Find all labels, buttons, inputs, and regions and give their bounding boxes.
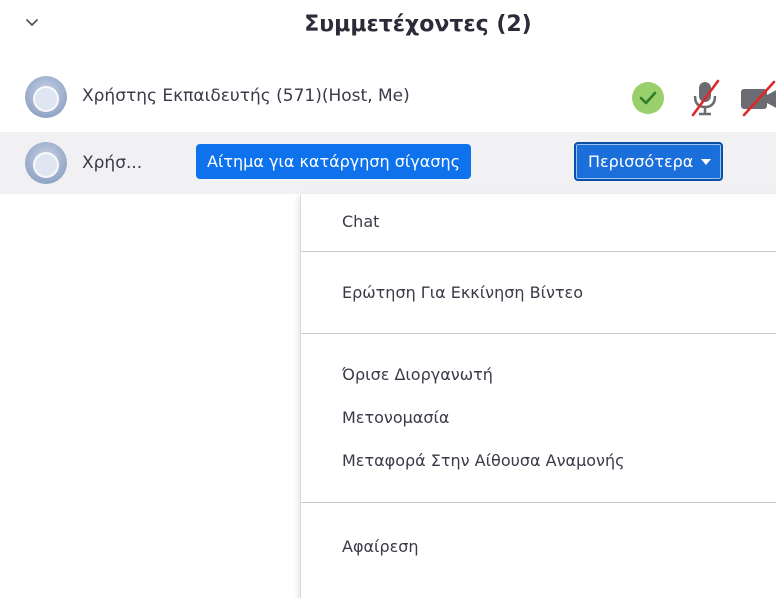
menu-item-chat[interactable]: Chat — [301, 212, 776, 231]
menu-item-remove[interactable]: Αφαίρεση — [301, 537, 776, 556]
menu-item-move-to-waiting-room[interactable]: Μεταφορά Στην Αίθουσα Αναμονής — [301, 450, 776, 472]
menu-item-ask-start-video[interactable]: Ερώτηση Για Εκκίνηση Βίντεο — [301, 283, 776, 302]
more-button-label: Περισσότερα — [588, 152, 694, 171]
menu-item-rename[interactable]: Μετονομασία — [301, 407, 776, 429]
menu-group-chat: Chat — [301, 195, 776, 251]
mic-muted-icon[interactable] — [688, 79, 722, 117]
more-button[interactable]: Περισσότερα — [574, 142, 724, 181]
participants-panel: Συμμετέχοντες (2) Χρήστης Εκπαιδευτής (5… — [0, 0, 776, 598]
menu-group-manage: Όρισε Διοργανωτή Μετονομασία Μεταφορά Στ… — [301, 334, 776, 502]
ask-to-unmute-button[interactable]: Αίτημα για κατάργηση σίγασης — [196, 144, 471, 179]
participant-status-icons — [630, 78, 776, 118]
video-off-icon[interactable] — [738, 79, 776, 117]
caret-down-icon — [701, 158, 712, 165]
menu-item-make-host[interactable]: Όρισε Διοργανωτή — [301, 364, 776, 386]
more-dropdown-menu: Chat Ερώτηση Για Εκκίνηση Βίντεο Όρισε Δ… — [300, 195, 776, 598]
panel-title: Συμμετέχοντες (2) — [304, 12, 532, 37]
menu-group-remove: Αφαίρεση — [301, 503, 776, 556]
check-icon — [632, 82, 664, 114]
participant-name: Χρήστης Εκπαιδευτής (571)(Host, Me) — [82, 86, 410, 106]
participant-name: Χρήσ... — [82, 153, 143, 173]
avatar-icon — [25, 76, 67, 118]
participant-row-attendee[interactable]: Χρήσ... Αίτημα για κατάργηση σίγασης Περ… — [0, 132, 776, 194]
menu-group-video: Ερώτηση Για Εκκίνηση Βίντεο — [301, 252, 776, 333]
avatar-icon — [25, 142, 67, 184]
participant-row-host[interactable]: Χρήστης Εκπαιδευτής (571)(Host, Me) — [0, 66, 776, 128]
